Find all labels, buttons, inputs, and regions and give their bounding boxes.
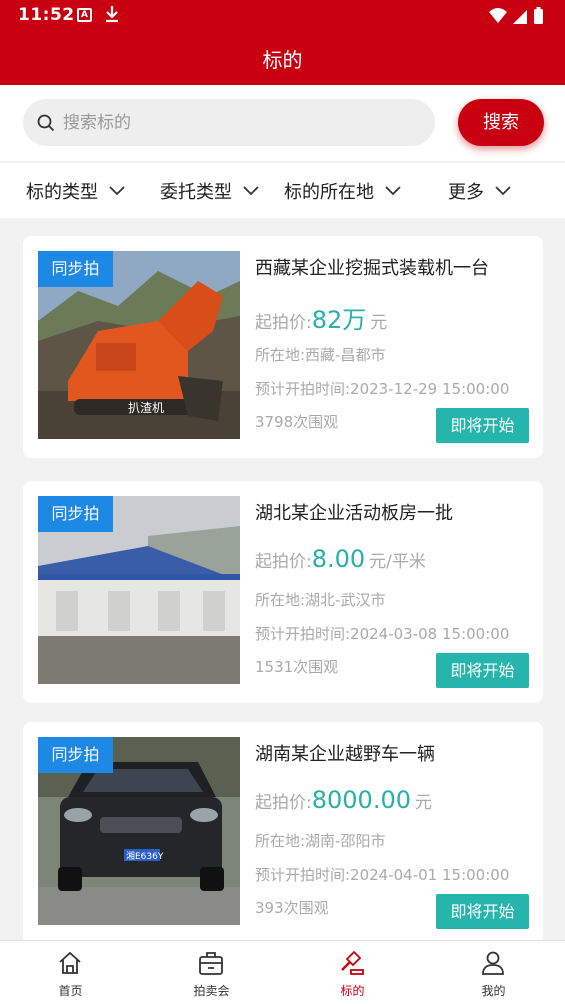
search-bar: 搜索 bbox=[0, 85, 565, 161]
image-caption: 扒渣机 bbox=[128, 401, 165, 415]
tab-home[interactable]: 首页 bbox=[0, 941, 141, 1004]
price-unit: 元 bbox=[414, 793, 432, 813]
listing-badge: 同步拍 bbox=[38, 496, 113, 532]
tab-lots[interactable]: 标的 bbox=[282, 941, 423, 1004]
listing-location: 所在地:西藏-昌都市 bbox=[255, 346, 386, 364]
briefcase-icon bbox=[199, 952, 223, 975]
coming-soon-button[interactable]: 即将开始 bbox=[436, 894, 529, 929]
price-value: 8.00 bbox=[311, 545, 366, 573]
filter-item-type[interactable]: 标的类型 bbox=[26, 163, 126, 218]
search-input[interactable] bbox=[63, 99, 423, 146]
gavel-icon bbox=[341, 950, 364, 975]
listing-title: 湖南某企业越野车一辆 bbox=[255, 744, 435, 765]
top-app-bar: 11:52 A 标的 bbox=[0, 0, 565, 85]
filter-label: 委托类型 bbox=[160, 181, 232, 203]
price-label: 起拍价: bbox=[255, 793, 312, 813]
listing-start-time: 预计开拍时间:2024-03-08 15:00:00 bbox=[255, 625, 510, 643]
signal-icon bbox=[513, 10, 527, 24]
status-bar: 11:52 A bbox=[0, 0, 565, 32]
filter-label: 标的所在地 bbox=[284, 181, 374, 203]
tab-label: 拍卖会 bbox=[193, 984, 230, 998]
price-unit: 元/平米 bbox=[369, 552, 426, 572]
filter-item-more[interactable]: 更多 bbox=[448, 163, 512, 218]
filter-bar: 标的类型 委托类型 标的所在地 更多 bbox=[0, 163, 565, 218]
listing-title: 西藏某企业挖掘式装载机一台 bbox=[255, 258, 489, 279]
search-icon bbox=[37, 114, 55, 132]
chevron-down-icon bbox=[109, 185, 125, 195]
price-label: 起拍价: bbox=[255, 552, 312, 572]
tab-label: 标的 bbox=[340, 984, 365, 998]
listing-image-prefab-house[interactable]: 同步拍 bbox=[38, 496, 240, 684]
tab-mine[interactable]: 我的 bbox=[423, 941, 564, 1004]
tab-auction[interactable]: 拍卖会 bbox=[141, 941, 282, 1004]
listing-image-suv[interactable]: 同步拍 湘E636Y bbox=[38, 737, 240, 925]
price-unit: 元 bbox=[370, 313, 388, 333]
search-box[interactable] bbox=[23, 99, 435, 146]
price-label: 起拍价: bbox=[255, 313, 312, 333]
search-button[interactable]: 搜索 bbox=[458, 99, 544, 146]
listing-start-time: 预计开拍时间:2024-04-01 15:00:00 bbox=[255, 866, 510, 884]
tab-label: 首页 bbox=[58, 984, 83, 998]
user-icon bbox=[482, 951, 504, 975]
listing-start-time: 预计开拍时间:2023-12-29 15:00:00 bbox=[255, 380, 510, 398]
listing-views: 3798次围观 bbox=[255, 413, 339, 431]
coming-soon-button[interactable]: 即将开始 bbox=[436, 408, 529, 443]
listing-card[interactable]: 同步拍 扒渣机 西藏某企业挖掘式装载机一台 起拍价:82万元 所在地:西藏-昌都… bbox=[23, 236, 543, 458]
listing-card[interactable]: 同步拍 湖北某企业活动板房一批 起拍价:8.00 元/平米 所在地:湖北-武汉市 … bbox=[23, 481, 543, 703]
tab-label: 我的 bbox=[481, 984, 506, 998]
notification-a-icon: A bbox=[77, 8, 92, 22]
page-title: 标的 bbox=[262, 48, 303, 72]
download-icon bbox=[106, 6, 118, 23]
chevron-down-icon bbox=[495, 185, 511, 195]
filter-label: 更多 bbox=[448, 181, 484, 203]
listing-title: 湖北某企业活动板房一批 bbox=[255, 503, 453, 524]
listing-location: 所在地:湖南-邵阳市 bbox=[255, 832, 386, 850]
license-plate-text: 湘E636Y bbox=[126, 852, 164, 862]
bottom-tab-bar: 首页 拍卖会 标的 我的 bbox=[0, 940, 565, 1004]
filter-item-location[interactable]: 标的所在地 bbox=[284, 163, 402, 218]
price-value: 82万 bbox=[311, 306, 367, 334]
listing-card[interactable]: 同步拍 湘E636Y 湖南某企业越野车一辆 起拍价:8000.00 元 所在地:湖… bbox=[23, 722, 543, 944]
listing-badge: 同步拍 bbox=[38, 251, 113, 287]
listing-image-excavator[interactable]: 同步拍 扒渣机 bbox=[38, 251, 240, 439]
price-value: 8000.00 bbox=[311, 786, 411, 814]
listing-badge: 同步拍 bbox=[38, 737, 113, 773]
listing-views: 393次围观 bbox=[255, 899, 329, 917]
coming-soon-button[interactable]: 即将开始 bbox=[436, 653, 529, 688]
listing-price: 起拍价:8000.00 元 bbox=[255, 786, 432, 814]
battery-icon bbox=[534, 9, 543, 24]
chevron-down-icon bbox=[385, 185, 401, 195]
listing-price: 起拍价:8.00 元/平米 bbox=[255, 545, 426, 573]
wifi-icon bbox=[489, 8, 507, 23]
system-status-icons bbox=[489, 7, 543, 24]
home-icon bbox=[59, 951, 81, 974]
listing-views: 1531次围观 bbox=[255, 658, 339, 676]
listing-price: 起拍价:82万元 bbox=[255, 300, 387, 335]
chevron-down-icon bbox=[243, 185, 259, 195]
filter-item-entrust[interactable]: 委托类型 bbox=[160, 163, 260, 218]
filter-label: 标的类型 bbox=[26, 181, 98, 203]
status-time: 11:52 bbox=[18, 5, 75, 25]
listing-location: 所在地:湖北-武汉市 bbox=[255, 591, 386, 609]
